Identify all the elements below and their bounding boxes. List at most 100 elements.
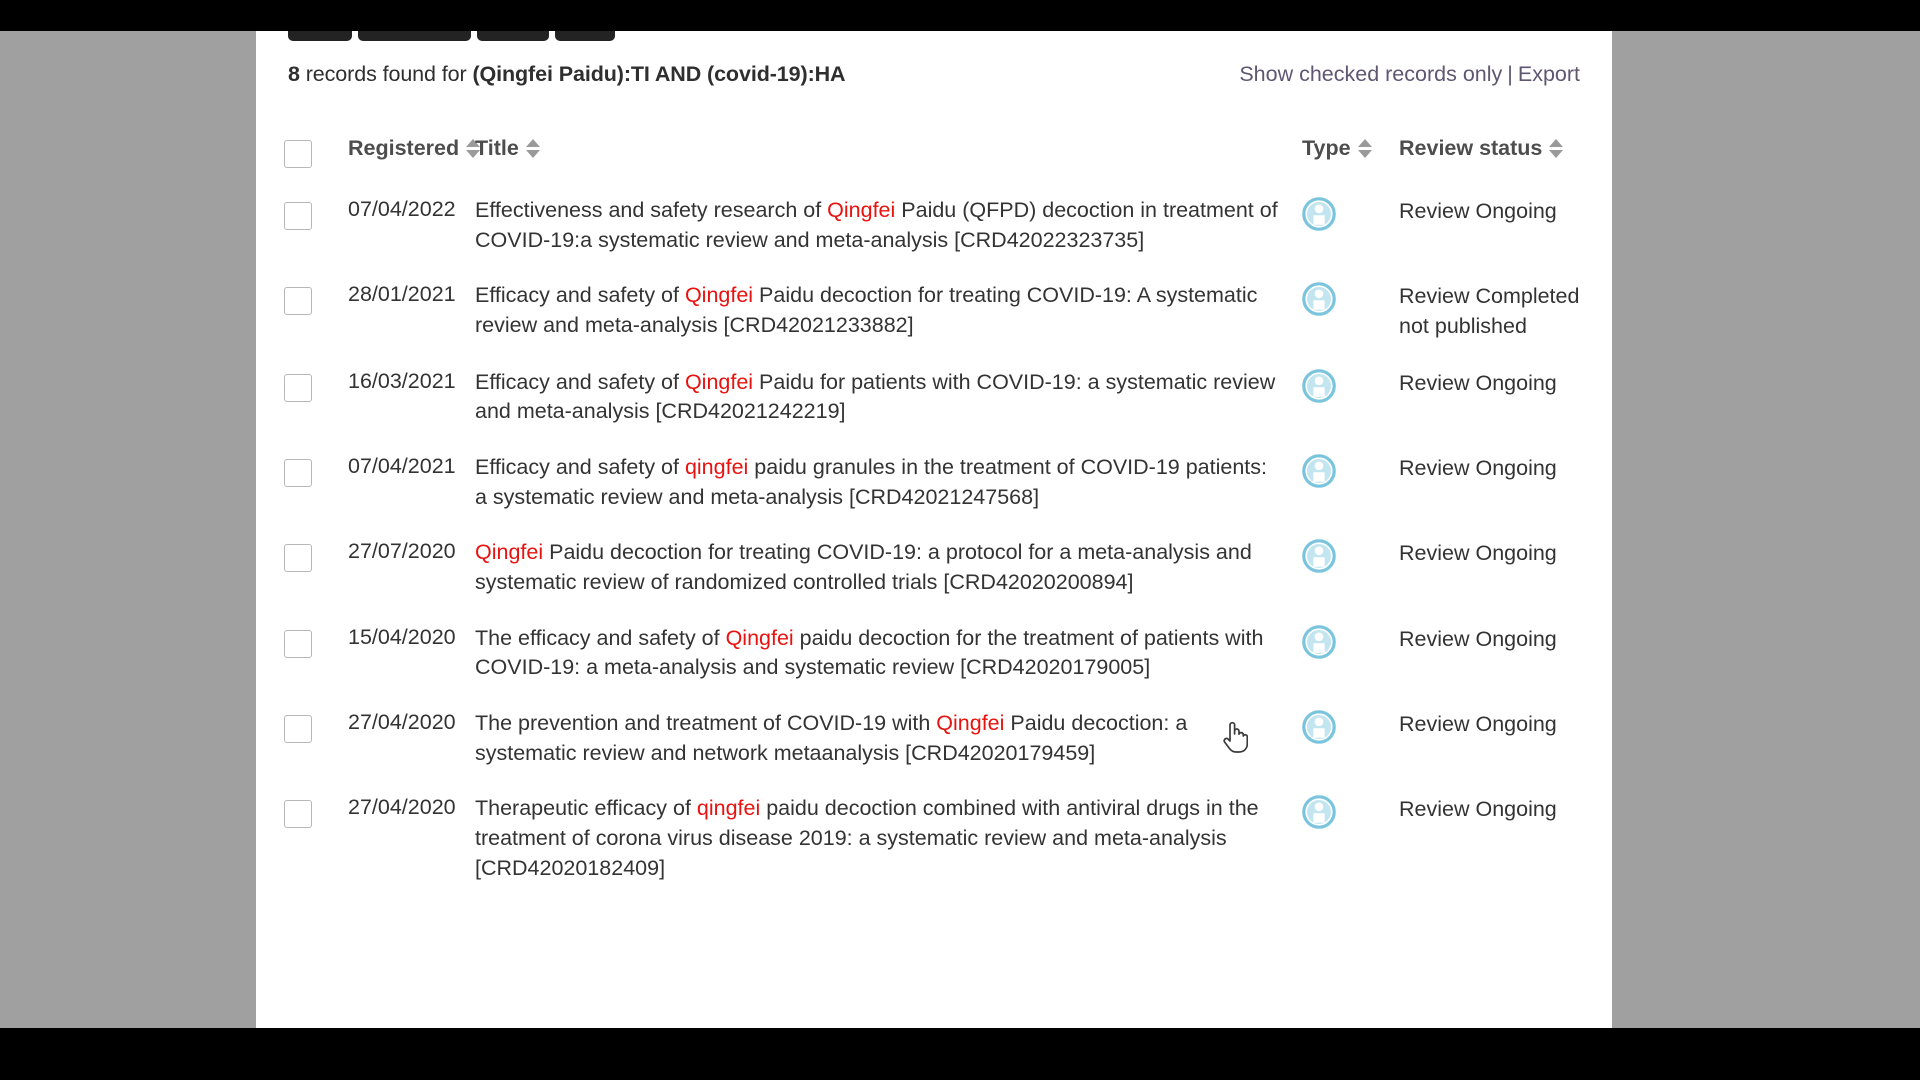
row-review-status: Review Completed not published — [1399, 284, 1580, 338]
toolbar-button-3[interactable] — [477, 31, 549, 41]
table-row[interactable]: 07/04/2021 Efficacy and safety of qingfei… — [284, 453, 1584, 538]
row-review-status: Review Ongoing — [1399, 370, 1557, 395]
table-row[interactable]: 27/04/2020 The prevention and treatment o… — [284, 709, 1584, 794]
title-text: Efficacy and safety of — [475, 369, 685, 394]
row-select-cell — [284, 196, 348, 230]
column-header-title[interactable]: Title — [475, 136, 1302, 161]
select-all-cell — [284, 136, 348, 168]
row-title-link[interactable]: Qingfei Paidu decoction for treating COV… — [475, 538, 1302, 597]
title-text: Therapeutic efficacy of — [475, 796, 697, 821]
row-type-cell — [1302, 538, 1399, 574]
row-review-status: Review Ongoing — [1399, 541, 1557, 566]
person-record-icon[interactable] — [1302, 454, 1336, 488]
person-record-icon[interactable] — [1302, 795, 1336, 829]
sort-icon[interactable] — [1357, 139, 1373, 158]
column-header-review-status[interactable]: Review status — [1399, 136, 1584, 161]
toolbar-button-2[interactable] — [358, 31, 471, 41]
letterbox-bottom — [0, 1028, 1920, 1080]
table-row[interactable]: 16/03/2021 Efficacy and safety of Qingfei… — [284, 368, 1584, 453]
results-summary-bar: 8 records found for (Qingfei Paidu):TI A… — [256, 62, 1612, 87]
table-row[interactable]: 27/04/2020 Therapeutic efficacy of qingfe… — [284, 794, 1584, 909]
row-select-cell — [284, 709, 348, 743]
row-registered-date: 07/04/2022 — [348, 197, 456, 221]
results-actions: Show checked records only | Export — [1239, 62, 1580, 87]
column-header-type-label: Type — [1302, 136, 1351, 160]
title-highlight-term: Qingfei — [827, 198, 896, 222]
screen: 8 records found for (Qingfei Paidu):TI A… — [0, 0, 1920, 1080]
title-highlight-term: Qingfei — [684, 369, 754, 394]
results-count-number: 8 — [288, 62, 300, 86]
toolbar-button-4[interactable] — [555, 31, 615, 41]
show-checked-records-link[interactable]: Show checked records only — [1239, 62, 1502, 86]
title-highlight-term: qingfei — [684, 454, 749, 479]
row-type-cell — [1302, 794, 1399, 829]
row-registered-date: 16/03/2021 — [348, 368, 456, 393]
title-text: Efficacy and safety of — [475, 454, 685, 479]
row-title-link[interactable]: The prevention and treatment of COVID-19… — [475, 709, 1302, 768]
page-gutter-left — [0, 31, 256, 1028]
toolbar-partial — [288, 31, 615, 41]
title-text: The prevention and treatment of COVID-19… — [475, 710, 937, 735]
column-header-review-status-label-wrap[interactable]: Review status — [1399, 136, 1564, 161]
table-row[interactable]: 28/01/2021 Efficacy and safety of Qingfei… — [284, 281, 1584, 367]
row-checkbox[interactable] — [284, 373, 312, 402]
row-select-cell — [284, 281, 348, 316]
title-highlight-term: Qingfei — [684, 283, 754, 308]
row-title-link[interactable]: Efficacy and safety of qingfei paidu gra… — [475, 453, 1302, 512]
row-select-cell — [284, 624, 348, 658]
row-checkbox[interactable] — [284, 544, 312, 573]
row-checkbox[interactable] — [284, 629, 312, 658]
row-registered-date: 15/04/2020 — [348, 624, 456, 649]
row-checkbox[interactable] — [284, 714, 312, 743]
row-review-status: Review Ongoing — [1399, 199, 1557, 223]
column-header-review-status-label: Review status — [1399, 136, 1543, 160]
table-row[interactable]: 15/04/2020 The efficacy and safety of Qin… — [284, 624, 1584, 709]
table-row[interactable]: 27/07/2020 Qingfei Paidu decoction for tr… — [284, 538, 1584, 623]
sort-icon[interactable] — [525, 139, 541, 158]
row-title-link[interactable]: The efficacy and safety of Qingfei paidu… — [475, 624, 1302, 683]
column-header-title-label-wrap[interactable]: Title — [475, 136, 541, 161]
column-header-type-label-wrap[interactable]: Type — [1302, 136, 1373, 161]
sort-icon[interactable] — [1549, 139, 1564, 158]
row-select-cell — [284, 453, 348, 487]
person-record-icon[interactable] — [1302, 197, 1336, 231]
table-row[interactable]: 07/04/2022 Effectiveness and safety resea… — [284, 196, 1584, 281]
row-checkbox[interactable] — [284, 202, 312, 230]
column-header-type[interactable]: Type — [1302, 136, 1399, 161]
row-checkbox[interactable] — [284, 287, 312, 316]
title-text: Effectiveness and safety research of — [475, 198, 828, 222]
table-header-row: Registered Title Type Review status — [284, 136, 1584, 196]
select-all-checkbox[interactable] — [284, 140, 312, 168]
person-record-icon[interactable] — [1302, 539, 1336, 574]
row-registered-date: 27/04/2020 — [348, 795, 456, 820]
link-separator: | — [1507, 62, 1513, 86]
row-title-link[interactable]: Effectiveness and safety research of Qin… — [475, 196, 1302, 255]
title-highlight-term: qingfei — [696, 796, 761, 821]
export-link[interactable]: Export — [1518, 62, 1580, 86]
row-checkbox[interactable] — [284, 800, 312, 829]
results-query: (Qingfei Paidu):TI AND (covid-19):HA — [472, 62, 846, 86]
results-count-text: 8 records found for (Qingfei Paidu):TI A… — [288, 62, 846, 87]
row-type-cell — [1302, 453, 1399, 488]
table-body: 07/04/2022 Effectiveness and safety resea… — [284, 196, 1584, 909]
row-review-status: Review Ongoing — [1399, 711, 1557, 736]
person-record-icon[interactable] — [1302, 282, 1336, 317]
row-checkbox[interactable] — [284, 458, 312, 487]
person-record-icon[interactable] — [1302, 710, 1336, 744]
row-review-status: Review Ongoing — [1399, 455, 1557, 480]
toolbar-button-1[interactable] — [288, 31, 352, 41]
person-record-icon[interactable] — [1302, 624, 1336, 659]
search-results-page: 8 records found for (Qingfei Paidu):TI A… — [256, 31, 1612, 1028]
column-header-registered[interactable]: Registered — [348, 136, 481, 161]
person-record-icon[interactable] — [1302, 368, 1336, 403]
results-table: Registered Title Type Review status 07/0… — [256, 136, 1612, 909]
row-title-link[interactable]: Efficacy and safety of Qingfei Paidu dec… — [475, 281, 1302, 340]
title-highlight-term: Qingfei — [725, 625, 794, 650]
row-review-status: Review Ongoing — [1399, 797, 1557, 822]
column-header-registered-label-wrap[interactable]: Registered — [348, 136, 481, 161]
row-registered-date: 27/04/2020 — [348, 709, 456, 734]
row-title-link[interactable]: Therapeutic efficacy of qingfei paidu de… — [475, 794, 1302, 883]
row-title-link[interactable]: Efficacy and safety of Qingfei Paidu for… — [475, 368, 1302, 427]
results-count-label: records found for — [299, 62, 473, 86]
title-text: The efficacy and safety of — [475, 625, 726, 650]
